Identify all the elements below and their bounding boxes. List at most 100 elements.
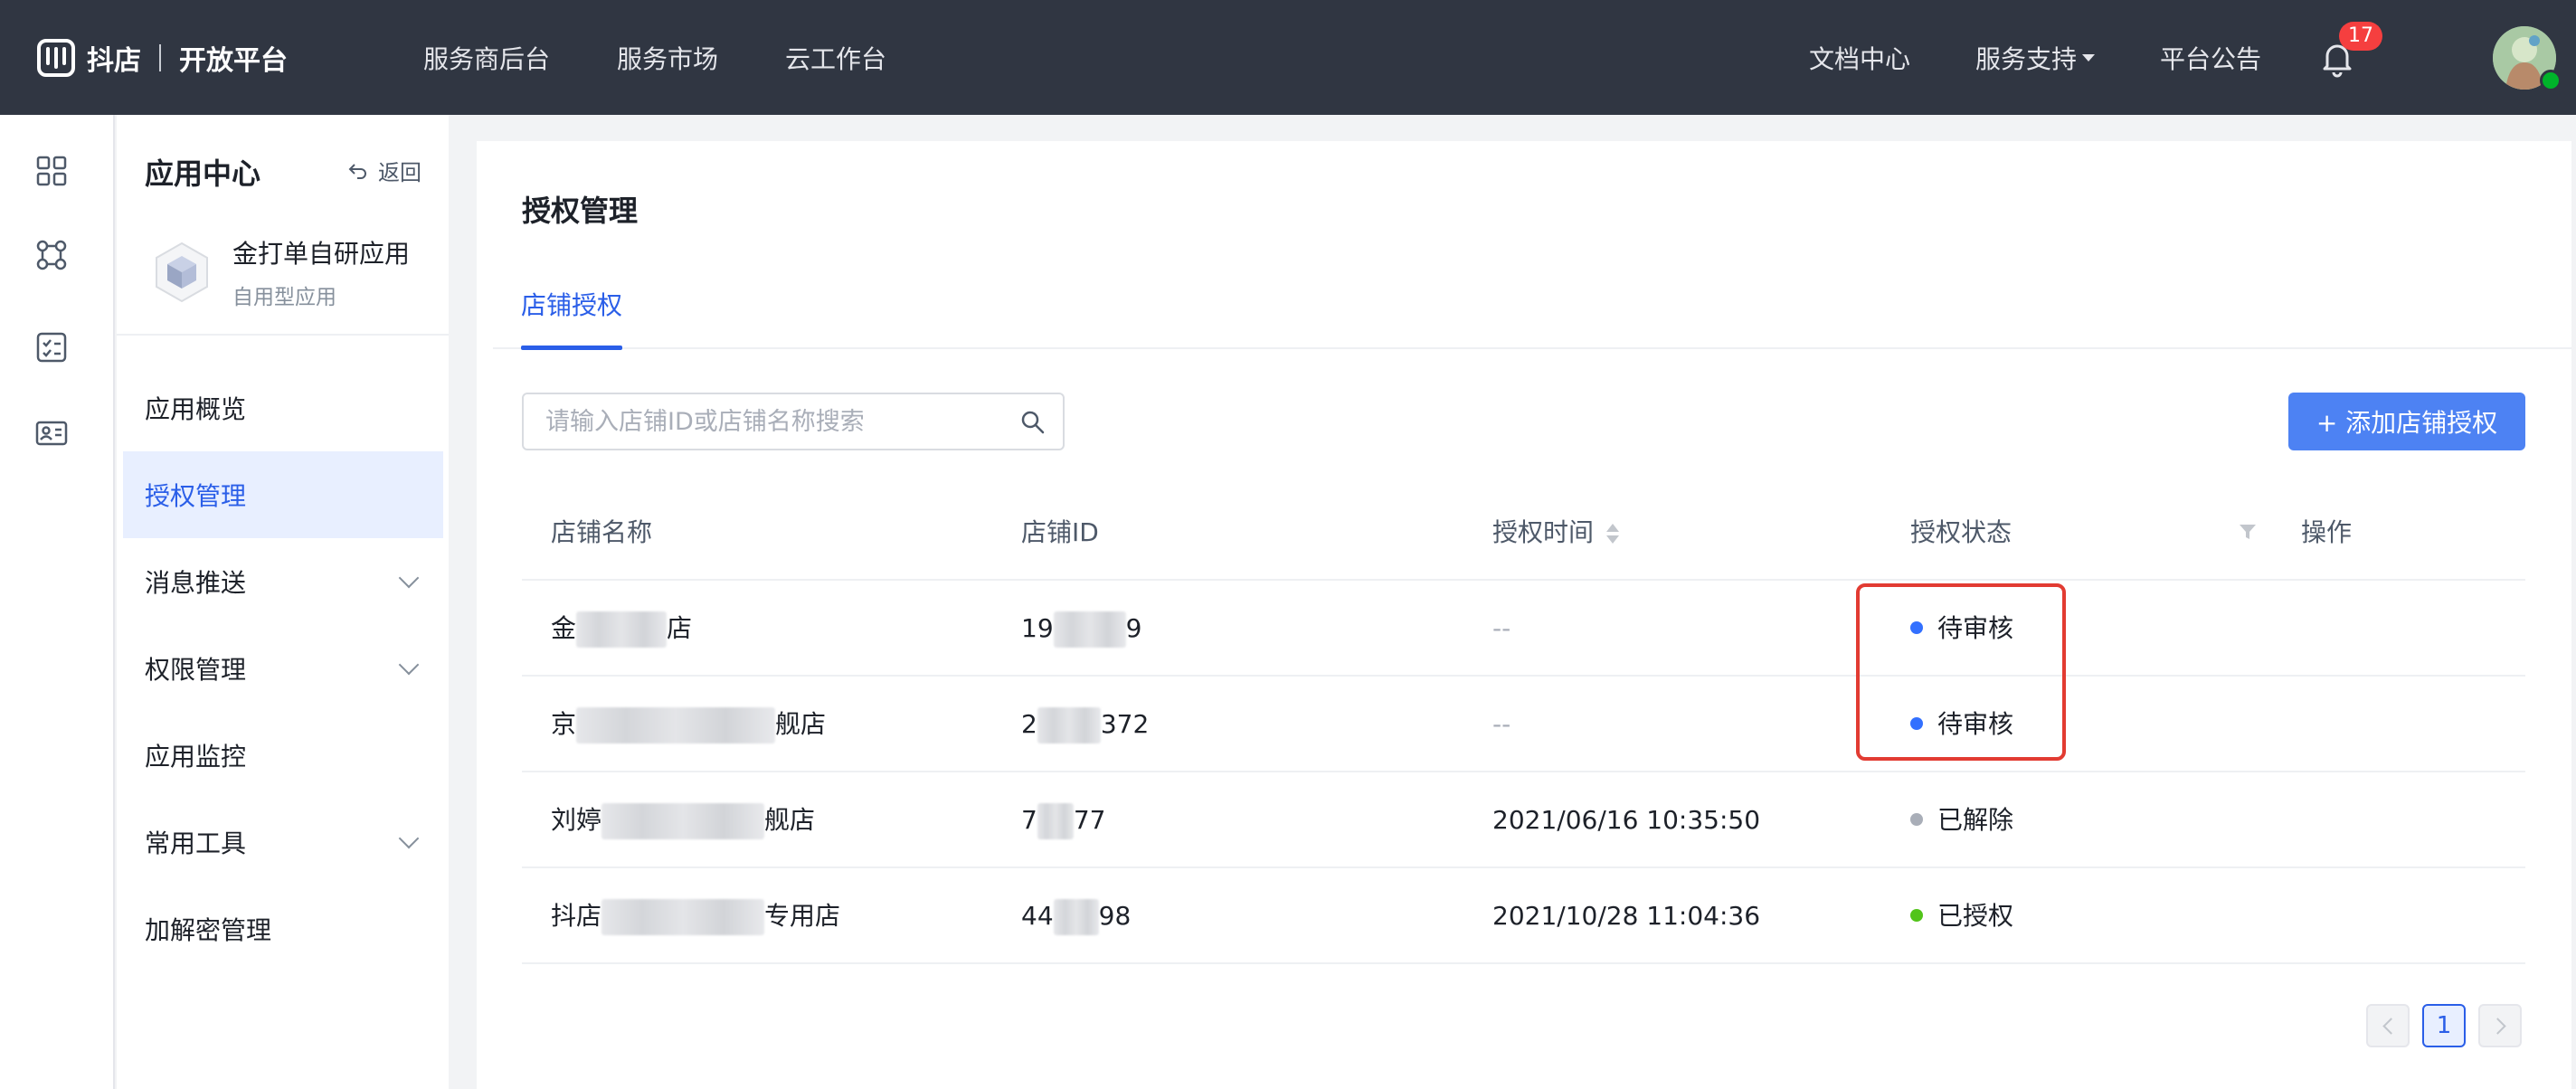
cell-shop-id: 2 372 bbox=[1021, 677, 1149, 772]
search-icon[interactable] bbox=[1019, 409, 1046, 436]
sidebar-item-authorization[interactable]: 授权管理 bbox=[123, 451, 443, 538]
nav-support-dropdown[interactable]: 服务支持 bbox=[1975, 40, 2095, 76]
sidebar-item-permissions[interactable]: 权限管理 bbox=[123, 625, 443, 712]
back-label: 返回 bbox=[378, 160, 421, 185]
table-header: 店铺名称 店铺ID 授权时间 授权状态 操作 bbox=[522, 485, 2525, 581]
chevron-left-icon bbox=[2382, 1017, 2400, 1035]
table-row: 抖店 专用店 44 98 2021/10/28 11:04:36 已授权 bbox=[522, 868, 2525, 964]
chevron-down-icon bbox=[398, 828, 420, 849]
app-type: 自用型应用 bbox=[232, 286, 336, 309]
filter-icon[interactable] bbox=[2237, 521, 2259, 543]
table-row: 京舰店 2 372 -- 待审核 bbox=[522, 677, 2525, 772]
cell-auth-time: 2021/06/16 10:35:50 bbox=[1492, 805, 1761, 835]
user-avatar[interactable] bbox=[2493, 25, 2562, 91]
current-app-card: 金打单自研应用 自用型应用 bbox=[149, 234, 410, 310]
shop-search-box bbox=[522, 393, 1065, 450]
nav-announcements[interactable]: 平台公告 bbox=[2160, 40, 2261, 76]
column-shop-name: 店铺名称 bbox=[551, 517, 653, 547]
pagination: 1 bbox=[2366, 1004, 2534, 1047]
tab-shop-authorization[interactable]: 店铺授权 bbox=[521, 286, 622, 347]
status-dot bbox=[1910, 909, 1923, 922]
cell-auth-status: 已授权 bbox=[1910, 868, 2013, 964]
sidebar-item-label: 常用工具 bbox=[145, 829, 247, 858]
sidebar-item-message-push[interactable]: 消息推送 bbox=[123, 538, 443, 625]
chevron-down-icon bbox=[398, 654, 420, 676]
sidebar-item-label: 应用监控 bbox=[145, 742, 247, 772]
notification-badge: 17 bbox=[2339, 21, 2382, 51]
douyin-shop-logo-icon bbox=[37, 38, 75, 77]
sidebar-item-encryption[interactable]: 加解密管理 bbox=[123, 885, 443, 972]
sidebar-item-app-overview[interactable]: 应用概览 bbox=[123, 365, 443, 451]
sort-icon[interactable] bbox=[1606, 522, 1620, 545]
nav-cloud-workbench[interactable]: 云工作台 bbox=[785, 40, 886, 76]
page-title: 授权管理 bbox=[522, 194, 639, 228]
cell-shop-name: 刘婷 舰店 bbox=[551, 772, 815, 868]
column-auth-status: 授权状态 bbox=[1910, 517, 2012, 547]
logo[interactable]: 抖店 开放平台 bbox=[36, 0, 288, 115]
add-shop-authorization-button[interactable]: + 添加店铺授权 bbox=[2288, 393, 2525, 450]
sidebar-item-label: 加解密管理 bbox=[145, 915, 272, 945]
id-card-icon[interactable] bbox=[34, 416, 69, 450]
nav-provider-backend[interactable]: 服务商后台 bbox=[423, 40, 550, 76]
prev-page-button[interactable] bbox=[2366, 1004, 2410, 1047]
status-dot bbox=[1910, 621, 1923, 634]
sidebar-item-monitoring[interactable]: 应用监控 bbox=[123, 712, 443, 799]
shop-search-input[interactable] bbox=[545, 394, 998, 449]
cell-auth-status: 已解除 bbox=[1910, 772, 2013, 868]
table-row: 金店 19 9 -- 待审核 bbox=[522, 581, 2525, 677]
cell-shop-id: 44 98 bbox=[1021, 868, 1131, 964]
main-panel: 授权管理 店铺授权 + 添加店铺授权 店铺名称 店铺ID 授权时间 授权状态 操… bbox=[477, 141, 2571, 1089]
logo-separator bbox=[159, 43, 161, 71]
cell-shop-name: 金店 bbox=[551, 581, 692, 677]
chevron-right-icon bbox=[2488, 1017, 2506, 1035]
next-page-button[interactable] bbox=[2478, 1004, 2522, 1047]
nav-service-market[interactable]: 服务市场 bbox=[617, 40, 718, 76]
sidebar-item-label: 权限管理 bbox=[145, 655, 247, 685]
status-dot bbox=[1910, 813, 1923, 826]
sidebar-item-tools[interactable]: 常用工具 bbox=[123, 799, 443, 885]
sidebar-item-label: 消息推送 bbox=[145, 568, 247, 598]
sidebar-item-label: 应用概览 bbox=[145, 394, 247, 424]
cell-auth-status: 待审核 bbox=[1910, 581, 2013, 677]
cell-auth-time: -- bbox=[1492, 709, 1511, 739]
cell-auth-time: 2021/10/28 11:04:36 bbox=[1492, 901, 1761, 931]
app-info: 金打单自研应用 自用型应用 bbox=[214, 234, 410, 310]
app-cube-icon bbox=[156, 241, 208, 303]
tab-bar-divider bbox=[493, 347, 2571, 349]
cell-shop-name: 京舰店 bbox=[551, 677, 826, 772]
cell-auth-time: -- bbox=[1492, 613, 1511, 643]
column-auth-time[interactable]: 授权时间 bbox=[1492, 485, 1620, 581]
platform-name: 开放平台 bbox=[179, 44, 288, 77]
back-button[interactable]: 返回 bbox=[347, 155, 421, 186]
column-auth-time-label: 授权时间 bbox=[1492, 517, 1595, 547]
sidebar-divider bbox=[117, 334, 449, 336]
sidebar-title: 应用中心 bbox=[145, 156, 261, 191]
app-name: 金打单自研应用 bbox=[232, 239, 411, 269]
page-number-button[interactable]: 1 bbox=[2422, 1004, 2466, 1047]
cell-shop-id: 7 77 bbox=[1021, 772, 1105, 868]
chevron-down-icon bbox=[398, 567, 420, 589]
caret-down-icon bbox=[2081, 53, 2095, 62]
top-nav: 服务商后台 服务市场 云工作台 bbox=[423, 40, 953, 76]
table-row: 刘婷 舰店 7 77 2021/06/16 10:35:50 已解除 bbox=[522, 772, 2525, 868]
app-center-sidebar: 应用中心 返回 金打单自研应用 自用型应用 应用概览 授权管理 消息推送 权限管… bbox=[117, 115, 449, 1089]
cell-shop-id: 19 9 bbox=[1021, 581, 1141, 677]
cell-auth-status: 待审核 bbox=[1910, 677, 2013, 772]
sidebar-item-label: 授权管理 bbox=[145, 481, 247, 511]
top-navigation-bar: 抖店 开放平台 服务商后台 服务市场 云工作台 文档中心 服务支持 平台公告 1… bbox=[0, 0, 2576, 115]
nav-docs[interactable]: 文档中心 bbox=[1809, 40, 1910, 76]
status-dot bbox=[1910, 717, 1923, 730]
return-icon bbox=[348, 163, 366, 179]
notification-button[interactable]: 17 bbox=[2317, 21, 2382, 78]
checklist-icon[interactable] bbox=[34, 330, 69, 365]
apps-grid-icon[interactable] bbox=[34, 154, 69, 188]
column-actions: 操作 bbox=[2301, 517, 2353, 547]
column-shop-id: 店铺ID bbox=[1021, 517, 1099, 547]
top-right-actions: 文档中心 服务支持 平台公告 17 bbox=[1809, 0, 2576, 115]
verified-check-icon bbox=[2540, 69, 2562, 91]
active-tab-indicator bbox=[521, 346, 622, 350]
support-label: 服务支持 bbox=[1975, 43, 2077, 74]
icon-rail bbox=[0, 115, 115, 1089]
app-center-icon[interactable] bbox=[34, 238, 69, 272]
cell-shop-name: 抖店 专用店 bbox=[551, 868, 840, 964]
